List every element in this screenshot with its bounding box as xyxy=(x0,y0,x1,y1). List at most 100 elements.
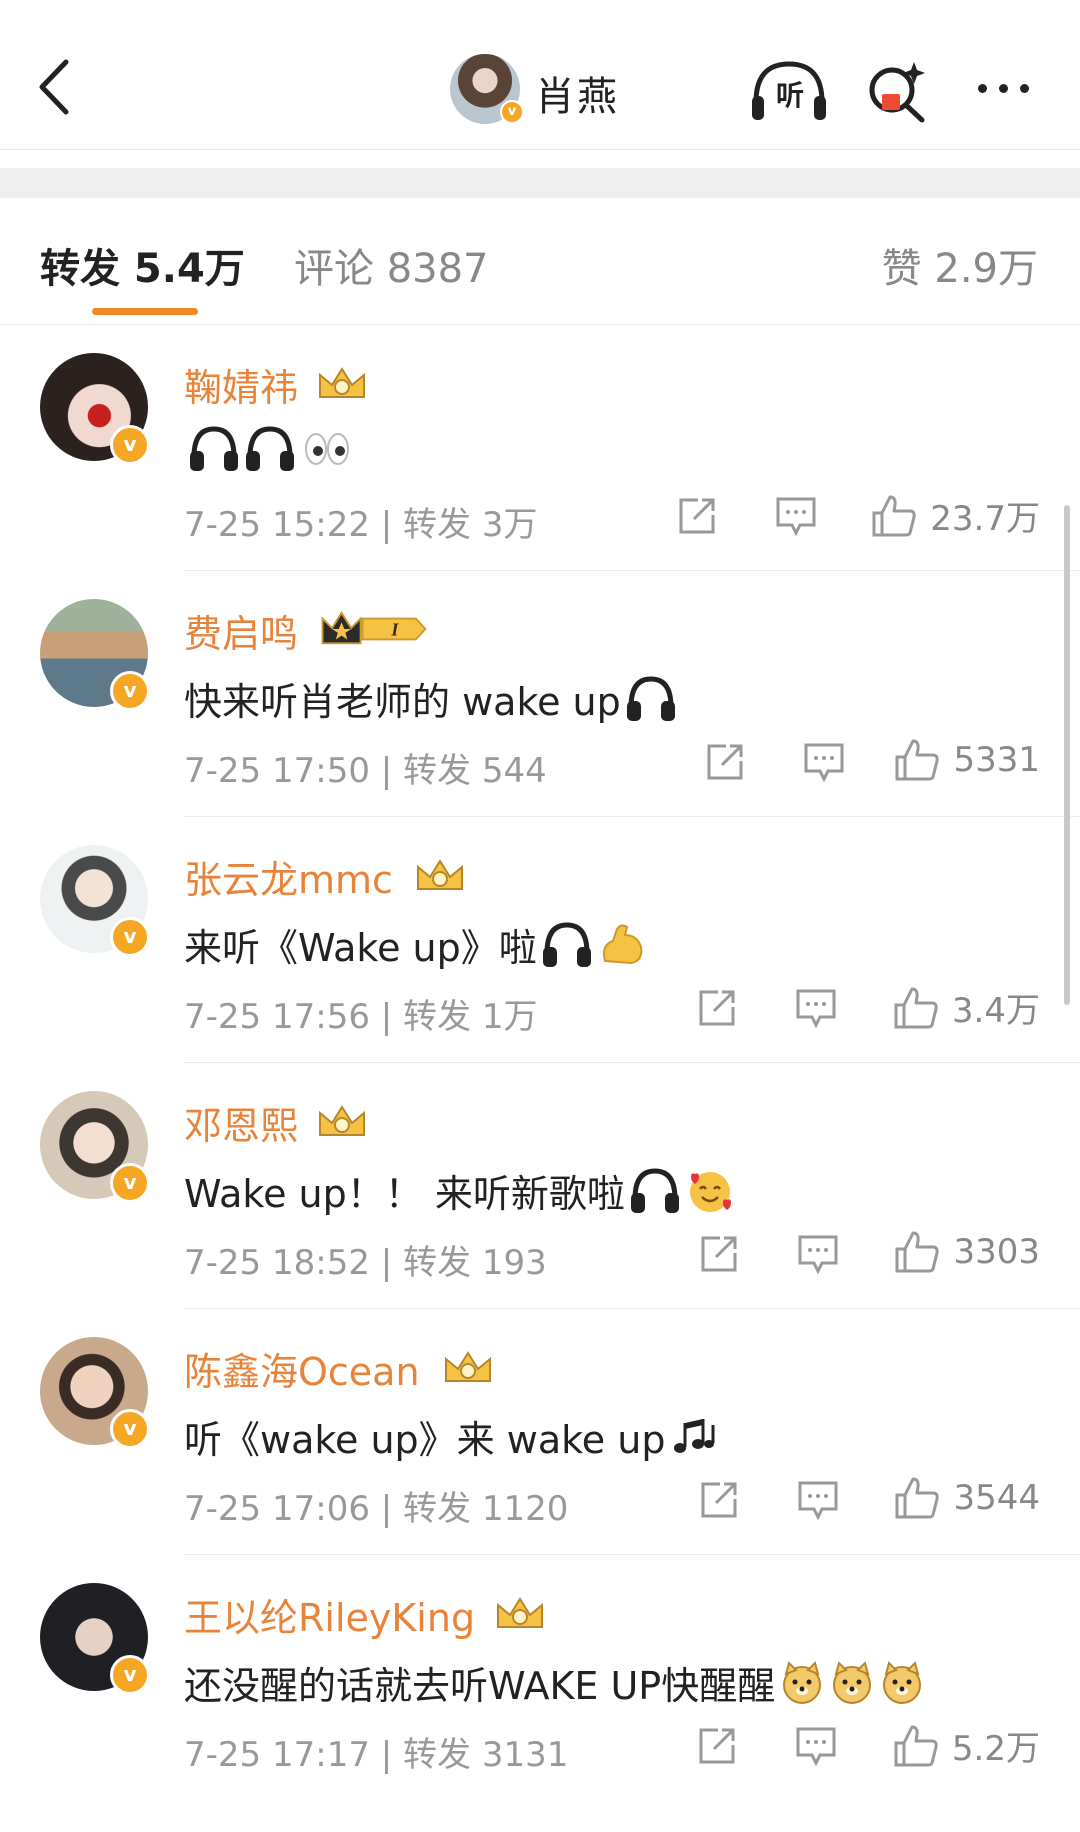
like-count: 5.2万 xyxy=(951,1729,1040,1769)
comment-text: 来听《Wake up》啦 xyxy=(184,926,537,970)
like-count: 3544 xyxy=(953,1478,1040,1518)
more-button[interactable] xyxy=(972,70,1042,110)
share-icon[interactable] xyxy=(696,987,738,1029)
comment-icon[interactable] xyxy=(794,987,838,1029)
like-button[interactable]: 3303 xyxy=(893,1229,1040,1275)
scrollbar[interactable] xyxy=(1064,505,1070,1005)
verified-badge: v xyxy=(110,1409,150,1449)
share-icon[interactable] xyxy=(696,1725,738,1767)
post-meta: 7-25 17:17 | 转发 3131 xyxy=(184,1735,569,1775)
list-item: v 邓恩熙 Wake up！！ 来听新歌啦 7-25 18:52 | 转发 19… xyxy=(0,1063,1080,1309)
user-name[interactable]: 张云龙mmc xyxy=(184,849,393,904)
comment-content: 听《wake up》来 wake up xyxy=(184,1409,721,1464)
section-divider xyxy=(0,168,1080,198)
verified-badge: v xyxy=(110,1655,150,1695)
comment-content: 快来听肖老师的 wake up xyxy=(184,671,677,726)
user-name[interactable]: 费启鸣 xyxy=(184,603,298,658)
comment-content: Wake up！！ 来听新歌啦 xyxy=(184,1163,735,1218)
thumbs-up-icon xyxy=(894,1725,938,1766)
post-meta: 7-25 17:56 | 转发 1万 xyxy=(184,997,538,1037)
comment-icon[interactable] xyxy=(796,1479,840,1521)
post-meta: 7-25 15:22 | 转发 3万 xyxy=(184,505,538,545)
crown-icon xyxy=(497,1597,543,1628)
tab-repost[interactable]: 转发 5.4万 xyxy=(40,236,245,294)
user-name[interactable]: 鞠婧祎 xyxy=(184,357,298,412)
crown-icon xyxy=(445,1351,491,1382)
user-name[interactable]: 陈鑫海Ocean xyxy=(184,1341,420,1396)
thumbs-up-icon xyxy=(895,739,940,781)
flexed-biceps-emoji-icon xyxy=(602,923,643,964)
post-meta: 7-25 17:50 | 转发 544 xyxy=(184,751,547,791)
doge-emoji-icon xyxy=(833,1660,872,1704)
active-tab-indicator xyxy=(92,308,198,315)
like-count: 5331 xyxy=(953,740,1040,780)
more-dot xyxy=(1020,84,1029,93)
headphones-emoji-icon xyxy=(542,921,591,967)
thumbs-up-icon xyxy=(872,495,916,536)
search-button[interactable] xyxy=(862,56,932,126)
thumbs-up-icon xyxy=(895,1477,940,1519)
music-notes-emoji-icon xyxy=(674,1418,715,1453)
comment-icon[interactable] xyxy=(802,741,846,783)
list-item: v 费启鸣 I 快来听肖老师的 wake up 7-25 17:50 | 转发 … xyxy=(0,571,1080,817)
share-icon[interactable] xyxy=(704,741,746,783)
tab-like[interactable]: 赞 2.9万 xyxy=(882,236,1038,294)
like-button[interactable]: 3544 xyxy=(893,1475,1040,1521)
comment-content xyxy=(184,425,352,473)
thumbs-up-icon xyxy=(894,987,938,1028)
post-meta: 7-25 17:06 | 转发 1120 xyxy=(184,1489,569,1529)
verified-badge: v xyxy=(500,100,524,124)
listen-button[interactable]: 听 xyxy=(748,56,830,126)
verified-badge: v xyxy=(110,425,150,465)
tab-comment[interactable]: 评论 8387 xyxy=(294,236,489,294)
list-item: v 张云龙mmc 来听《Wake up》啦 7-25 17:56 | 转发 1万 xyxy=(0,817,1080,1063)
comment-icon[interactable] xyxy=(794,1725,838,1767)
search-spark-icon xyxy=(869,62,925,123)
eyes-emoji-icon xyxy=(305,433,349,465)
share-icon[interactable] xyxy=(698,1233,740,1275)
more-dots-icon xyxy=(978,84,987,93)
vip-level: I xyxy=(390,620,399,640)
headphones-emoji-icon xyxy=(246,426,294,471)
crown-icon xyxy=(319,367,365,398)
headphones-emoji-icon xyxy=(630,1167,679,1213)
smiling-hearts-emoji-icon xyxy=(689,1171,731,1212)
more-dot xyxy=(999,84,1008,93)
comment-content: 还没醒的话就去听WAKE UP快醒醒 xyxy=(184,1655,925,1710)
headphones-emoji-icon xyxy=(190,426,238,471)
comment-text: 听《wake up》来 wake up xyxy=(184,1418,666,1462)
like-button[interactable]: 3.4万 xyxy=(892,983,1040,1032)
repost-list: v 鞠婧祎 7-25 15:22 | 转发 3万 23.7万 v 费启鸣 I 快… xyxy=(0,325,1080,1801)
crown-icon xyxy=(417,859,463,890)
listen-label: 听 xyxy=(775,79,804,112)
comment-icon[interactable] xyxy=(774,495,818,537)
back-button[interactable] xyxy=(30,52,80,122)
comment-text: Wake up！！ 来听新歌啦 xyxy=(184,1172,625,1216)
like-count: 3.4万 xyxy=(951,991,1040,1031)
user-name[interactable]: 王以纶RileyKing xyxy=(184,1587,475,1642)
comment-icon[interactable] xyxy=(796,1233,840,1275)
verified-badge: v xyxy=(110,917,150,957)
user-name[interactable]: 邓恩熙 xyxy=(184,1095,298,1150)
verified-badge: v xyxy=(110,671,150,711)
comment-text: 快来听肖老师的 wake up xyxy=(184,680,621,724)
like-count: 3303 xyxy=(953,1232,1040,1272)
share-icon[interactable] xyxy=(676,495,718,537)
like-count: 23.7万 xyxy=(930,499,1040,539)
doge-emoji-icon xyxy=(883,1660,922,1704)
like-button[interactable]: 5.2万 xyxy=(892,1721,1040,1770)
header-user-name[interactable]: 肖燕 xyxy=(535,64,619,122)
headphones-emoji-icon xyxy=(626,675,675,721)
like-button[interactable]: 23.7万 xyxy=(870,491,1040,540)
post-meta: 7-25 18:52 | 转发 193 xyxy=(184,1243,547,1283)
list-item: v 王以纶RileyKing 还没醒的话就去听WAKE UP快醒醒 7-25 1… xyxy=(0,1555,1080,1801)
comment-content: 来听《Wake up》啦 xyxy=(184,917,645,972)
tab-bar: 转发 5.4万 评论 8387 赞 2.9万 xyxy=(0,198,1080,325)
share-icon[interactable] xyxy=(698,1479,740,1521)
verified-badge: v xyxy=(110,1163,150,1203)
doge-emoji-icon xyxy=(783,1660,822,1704)
vip-crown-icon: I xyxy=(321,611,427,645)
like-button[interactable]: 5331 xyxy=(893,737,1040,783)
crown-icon xyxy=(319,1105,365,1136)
list-item: v 鞠婧祎 7-25 15:22 | 转发 3万 23.7万 xyxy=(0,325,1080,571)
